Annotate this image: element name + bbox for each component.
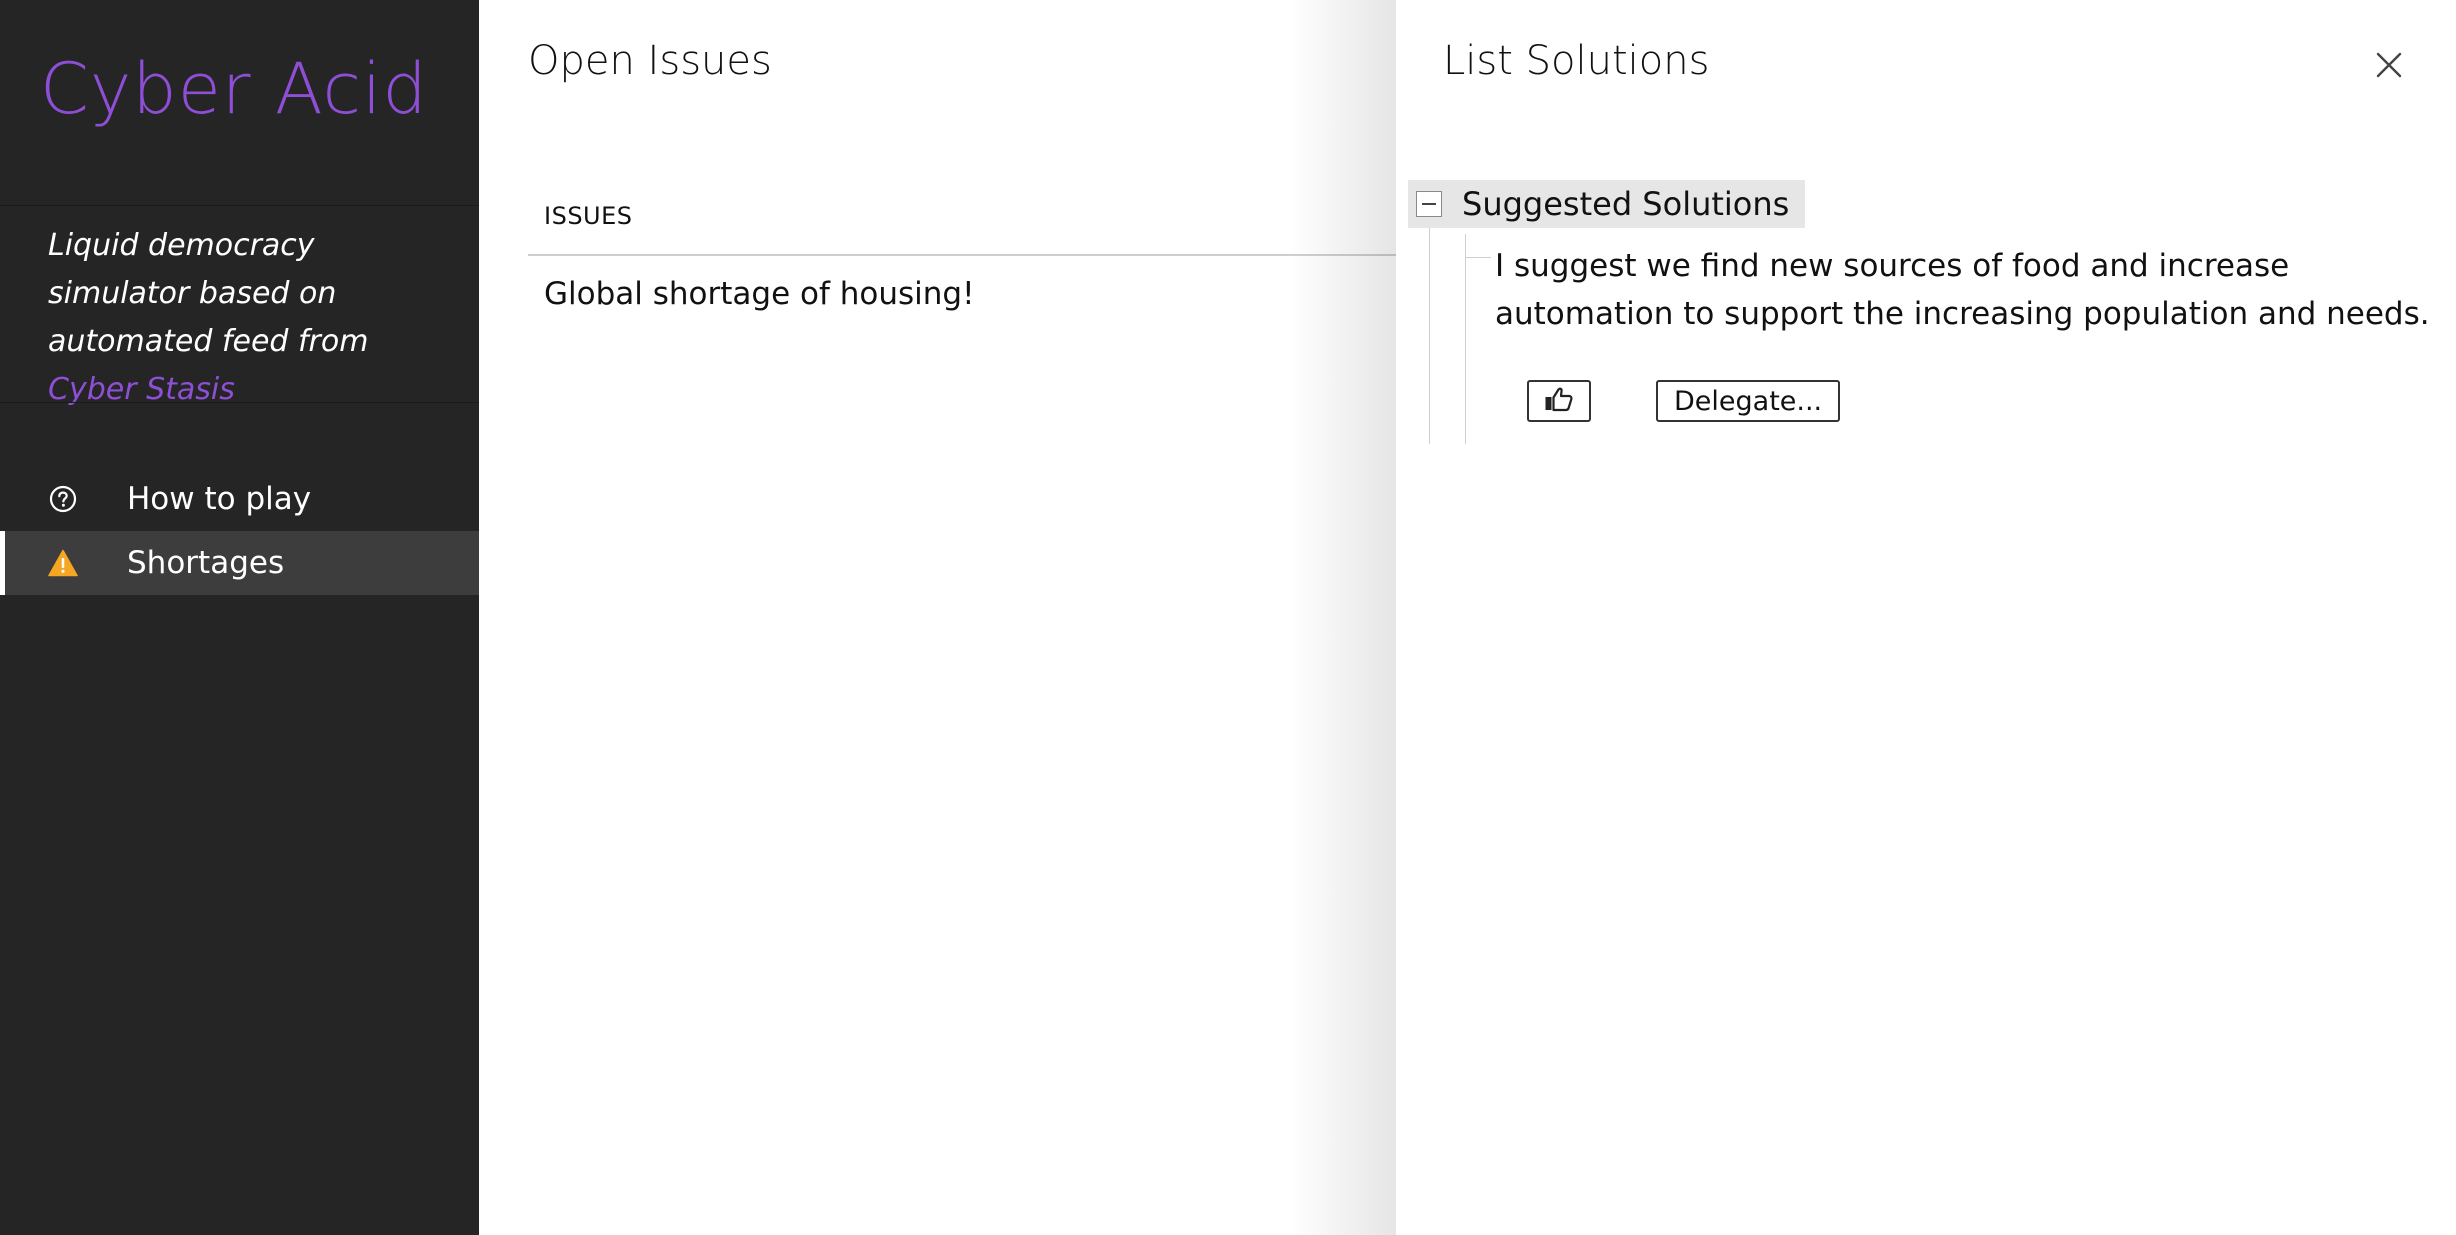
- solutions-drawer: List Solutions Suggested Solutions I sug…: [1396, 0, 2456, 1235]
- sidebar: Cyber Acid Liquid democracy simulator ba…: [0, 0, 479, 1235]
- tagline: Liquid democracy simulator based on auto…: [48, 222, 458, 414]
- warning-icon: [48, 548, 78, 578]
- issue-title[interactable]: Global shortage of housing!: [544, 276, 975, 312]
- tagline-text: Liquid democracy simulator based on auto…: [48, 228, 369, 359]
- page-title: Open Issues: [528, 38, 772, 84]
- delegate-button[interactable]: Delegate...: [1656, 380, 1841, 422]
- main-content: Open Issues ISSUES Global shortage of ho…: [479, 0, 1408, 1235]
- tree-node-suggested-solutions[interactable]: Suggested Solutions: [1408, 180, 1806, 228]
- issues-table-header: ISSUES: [528, 198, 1408, 256]
- sidebar-item-label: How to play: [127, 481, 312, 517]
- collapse-minus-icon[interactable]: [1416, 191, 1442, 217]
- sidebar-item-how-to-play[interactable]: How to play: [0, 467, 479, 531]
- sidebar-item-shortages[interactable]: Shortages: [0, 531, 479, 595]
- table-row[interactable]: Global shortage of housing!: [528, 262, 1408, 330]
- vote-button[interactable]: [1527, 380, 1591, 422]
- brand-title[interactable]: Cyber Acid: [40, 48, 428, 130]
- close-icon: [2376, 52, 2402, 82]
- sidebar-divider: [0, 402, 479, 403]
- tree-guide-line: [1429, 228, 1430, 444]
- sidebar-nav: How to play Shortages: [0, 467, 479, 595]
- close-button[interactable]: [2369, 47, 2409, 87]
- help-circle-icon: [48, 484, 78, 514]
- drawer-title: List Solutions: [1443, 38, 1710, 84]
- sidebar-divider: [0, 205, 479, 206]
- tree-node-label: Suggested Solutions: [1462, 185, 1790, 223]
- thumbs-up-icon: [1544, 386, 1574, 416]
- drawer-shadow: [1290, 0, 1396, 1235]
- column-header-issues[interactable]: ISSUES: [544, 202, 633, 230]
- sidebar-item-label: Shortages: [127, 545, 285, 581]
- tree-branch-line: [1465, 257, 1491, 258]
- tree-guide-line: [1465, 234, 1466, 444]
- solution-text: I suggest we find new sources of food an…: [1495, 248, 2430, 332]
